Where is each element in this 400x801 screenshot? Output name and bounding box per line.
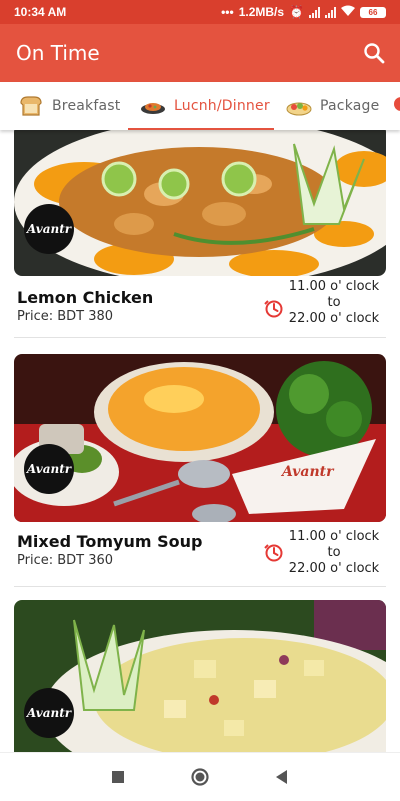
cell-signal-2-icon	[325, 6, 336, 18]
restaurant-logo: Avantr	[24, 204, 74, 254]
category-tabs: Breakfast Lucnh/Dinner Package	[0, 82, 400, 130]
dish-price: Price: BDT 360	[17, 553, 114, 568]
search-icon[interactable]	[362, 41, 386, 65]
tab-label: Breakfast	[52, 98, 121, 114]
app-title: On Time	[16, 41, 100, 65]
signal-dots-icon: •••	[221, 5, 234, 19]
card-divider	[14, 337, 386, 338]
system-nav-bar	[0, 752, 400, 801]
clock-icon	[264, 299, 284, 319]
restaurant-logo: Avantr	[24, 688, 74, 738]
clock-icon	[264, 543, 284, 563]
card-divider	[14, 586, 386, 587]
dish-photo: Avantr Avantr	[14, 354, 386, 522]
back-button[interactable]	[272, 767, 292, 787]
dish-photo: Avantr	[14, 600, 386, 752]
tab-indicator	[128, 128, 274, 130]
status-time: 10:34 AM	[14, 5, 67, 19]
cell-signal-icon	[309, 6, 320, 18]
dish-name: Lemon Chicken	[17, 288, 154, 307]
status-icons: ••• 1.2MB/s ⏰ 66	[221, 5, 386, 19]
restaurant-logo: Avantr	[24, 444, 74, 494]
home-button[interactable]	[190, 767, 210, 787]
dish-photo: Avantr	[14, 130, 386, 276]
opening-hours: 11.00 o' clock to 22.00 o' clock	[288, 529, 380, 576]
menu-list[interactable]: Avantr Lemon Chicken Price: BDT 380 11.0…	[0, 130, 400, 752]
tab-breakfast[interactable]: Breakfast	[18, 82, 120, 130]
recents-button[interactable]	[108, 767, 128, 787]
tab-label: Package	[320, 98, 380, 114]
platter-icon	[286, 95, 312, 117]
napkin-logo-text: Avantr	[282, 464, 334, 480]
app-bar: On Time	[0, 24, 400, 82]
battery-icon: 66	[360, 6, 386, 18]
dish-icon	[140, 95, 166, 117]
menu-item-card[interactable]: Avantr Avantr Mixed Tomyum Soup Price: B…	[14, 354, 386, 590]
menu-item-card[interactable]: Avantr	[14, 600, 386, 752]
status-bar: 10:34 AM ••• 1.2MB/s ⏰ 66	[0, 0, 400, 24]
tab-package[interactable]: Package	[286, 82, 379, 130]
net-speed: 1.2MB/s	[238, 5, 285, 19]
opening-hours: 11.00 o' clock to 22.00 o' clock	[288, 279, 380, 326]
tab-label: Lucnh/Dinner	[174, 98, 270, 114]
overflow-tab-icon	[392, 93, 400, 119]
alarm-icon: ⏰	[289, 5, 304, 19]
dish-name: Mixed Tomyum Soup	[17, 532, 203, 551]
tab-lunch-dinner[interactable]: Lucnh/Dinner	[140, 82, 270, 130]
dish-price: Price: BDT 380	[17, 309, 114, 324]
tab-overflow[interactable]	[392, 82, 400, 130]
wifi-icon	[341, 5, 355, 19]
toast-icon	[18, 95, 44, 117]
menu-item-card[interactable]: Avantr Lemon Chicken Price: BDT 380 11.0…	[14, 130, 386, 340]
